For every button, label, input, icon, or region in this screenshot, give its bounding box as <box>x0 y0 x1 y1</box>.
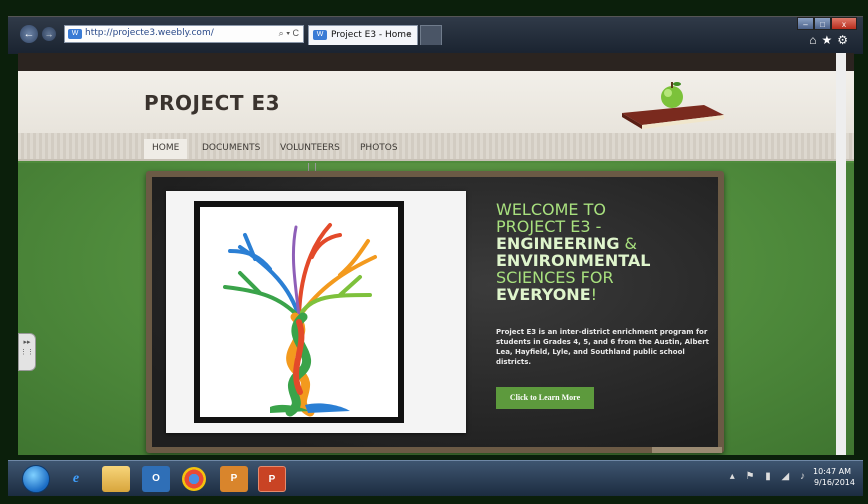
web-page: PROJECT E3 HOME DOCUMENTS VOLUNTEERS PHO… <box>18 53 854 455</box>
internet-explorer-icon[interactable]: e <box>62 466 90 492</box>
file-explorer-icon[interactable] <box>102 466 130 492</box>
tree-logo-icon <box>223 223 377 417</box>
nav-photos[interactable]: PHOTOS <box>352 139 406 159</box>
back-button[interactable]: ← <box>20 25 38 43</box>
minimize-button[interactable]: – <box>797 17 814 30</box>
site-header: PROJECT E3 <box>18 71 854 133</box>
hero-image-card <box>166 191 466 433</box>
weebly-favicon-icon: W <box>68 29 82 39</box>
tab-close-button[interactable]: × <box>406 30 411 39</box>
address-controls[interactable]: ⌕ ▾ C <box>279 28 299 39</box>
side-panel-handle[interactable]: ▸▸ ⋮⋮ <box>18 333 36 371</box>
chalkboard-frame: WELCOME TO PROJECT E3 - ENGINEERING & EN… <box>146 171 724 453</box>
window-controls: – □ x <box>797 17 857 31</box>
headline-bang: ! <box>590 285 598 304</box>
page-top-strip <box>18 53 854 71</box>
site-title[interactable]: PROJECT E3 <box>144 91 280 115</box>
start-button[interactable] <box>22 465 50 493</box>
new-tab-button[interactable] <box>420 25 442 45</box>
address-url[interactable]: http://projecte3.weebly.com/ <box>85 28 214 38</box>
tab-favicon-icon: W <box>313 30 327 40</box>
address-bar[interactable]: W http://projecte3.weebly.com/ ⌕ ▾ C <box>64 25 304 43</box>
maximize-button[interactable]: □ <box>814 17 831 30</box>
home-favorites-settings-icons[interactable]: ⌂★⚙ <box>809 33 853 47</box>
system-tray-icons[interactable]: ▴ ⚑ ▮ ◢ ♪ <box>730 471 809 482</box>
taskbar: e O P P ▴ ⚑ ▮ ◢ ♪ 10:47 AM 9/16/2014 <box>8 460 863 496</box>
chalkboard: WELCOME TO PROJECT E3 - ENGINEERING & EN… <box>152 177 722 453</box>
tree-image <box>200 207 398 417</box>
chalk-tray <box>652 447 722 453</box>
hero-headline: WELCOME TO PROJECT E3 - ENGINEERING & EN… <box>496 201 706 303</box>
tree-image-frame <box>194 201 404 423</box>
screen: ← → W http://projecte3.weebly.com/ ⌕ ▾ C… <box>0 0 868 504</box>
clock-time[interactable]: 10:47 AM <box>813 467 851 476</box>
nav-home[interactable]: HOME <box>144 139 188 159</box>
browser-toolbar: ← → W http://projecte3.weebly.com/ ⌕ ▾ C… <box>8 16 863 54</box>
close-window-button[interactable]: x <box>831 17 857 30</box>
powerpoint-icon[interactable]: P <box>220 466 248 492</box>
nav-volunteers[interactable]: VOLUNTEERS <box>272 139 348 159</box>
tab-project-e3-home[interactable]: W Project E3 - Home × <box>308 25 418 45</box>
main-nav: HOME DOCUMENTS VOLUNTEERS PHOTOS <box>18 133 854 161</box>
book-apple-icon <box>622 82 724 129</box>
vertical-scrollbar[interactable] <box>836 53 846 455</box>
hero-description: Project E3 is an inter-district enrichme… <box>496 328 710 366</box>
clock-date[interactable]: 9/16/2014 <box>814 478 855 487</box>
chrome-icon[interactable] <box>182 467 206 491</box>
outlook-icon[interactable]: O <box>142 466 170 492</box>
tab-title: Project E3 - Home <box>331 30 412 40</box>
learn-more-button[interactable]: Click to Learn More <box>496 387 594 409</box>
nav-documents[interactable]: DOCUMENTS <box>194 139 268 159</box>
powerpoint-active-icon[interactable]: P <box>258 466 286 492</box>
headline-everyone: EVERYONE <box>496 285 591 304</box>
forward-button[interactable]: → <box>42 27 56 41</box>
